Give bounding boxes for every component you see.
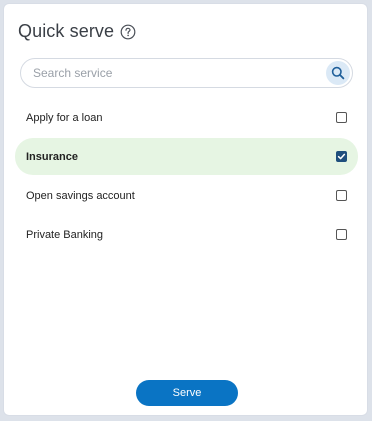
service-item-label: Open savings account [26, 189, 135, 202]
service-item-label: Insurance [26, 150, 78, 163]
service-checkbox[interactable] [336, 151, 347, 162]
service-checkbox[interactable] [336, 229, 347, 240]
panel-title: Quick serve [18, 21, 115, 41]
service-item-private-banking[interactable]: Private Banking [15, 216, 358, 253]
checkmark-icon [337, 153, 346, 160]
search-icon[interactable] [326, 61, 350, 85]
search-input[interactable] [33, 59, 313, 87]
service-item-label: Private Banking [26, 228, 104, 241]
panel-header: Quick serve [18, 21, 136, 42]
serve-button[interactable]: Serve [136, 380, 238, 406]
help-circle-icon[interactable] [120, 24, 136, 40]
quick-serve-panel: Quick serve Apply for a loan Insurance [3, 3, 368, 416]
service-item-insurance[interactable]: Insurance [15, 138, 358, 175]
service-checkbox[interactable] [336, 112, 347, 123]
service-item-apply-loan[interactable]: Apply for a loan [15, 99, 358, 136]
service-item-label: Apply for a loan [26, 111, 103, 124]
service-item-open-savings[interactable]: Open savings account [15, 177, 358, 214]
service-checkbox[interactable] [336, 190, 347, 201]
search-box [20, 58, 353, 88]
service-list: Apply for a loan Insurance Open savings … [15, 99, 358, 255]
